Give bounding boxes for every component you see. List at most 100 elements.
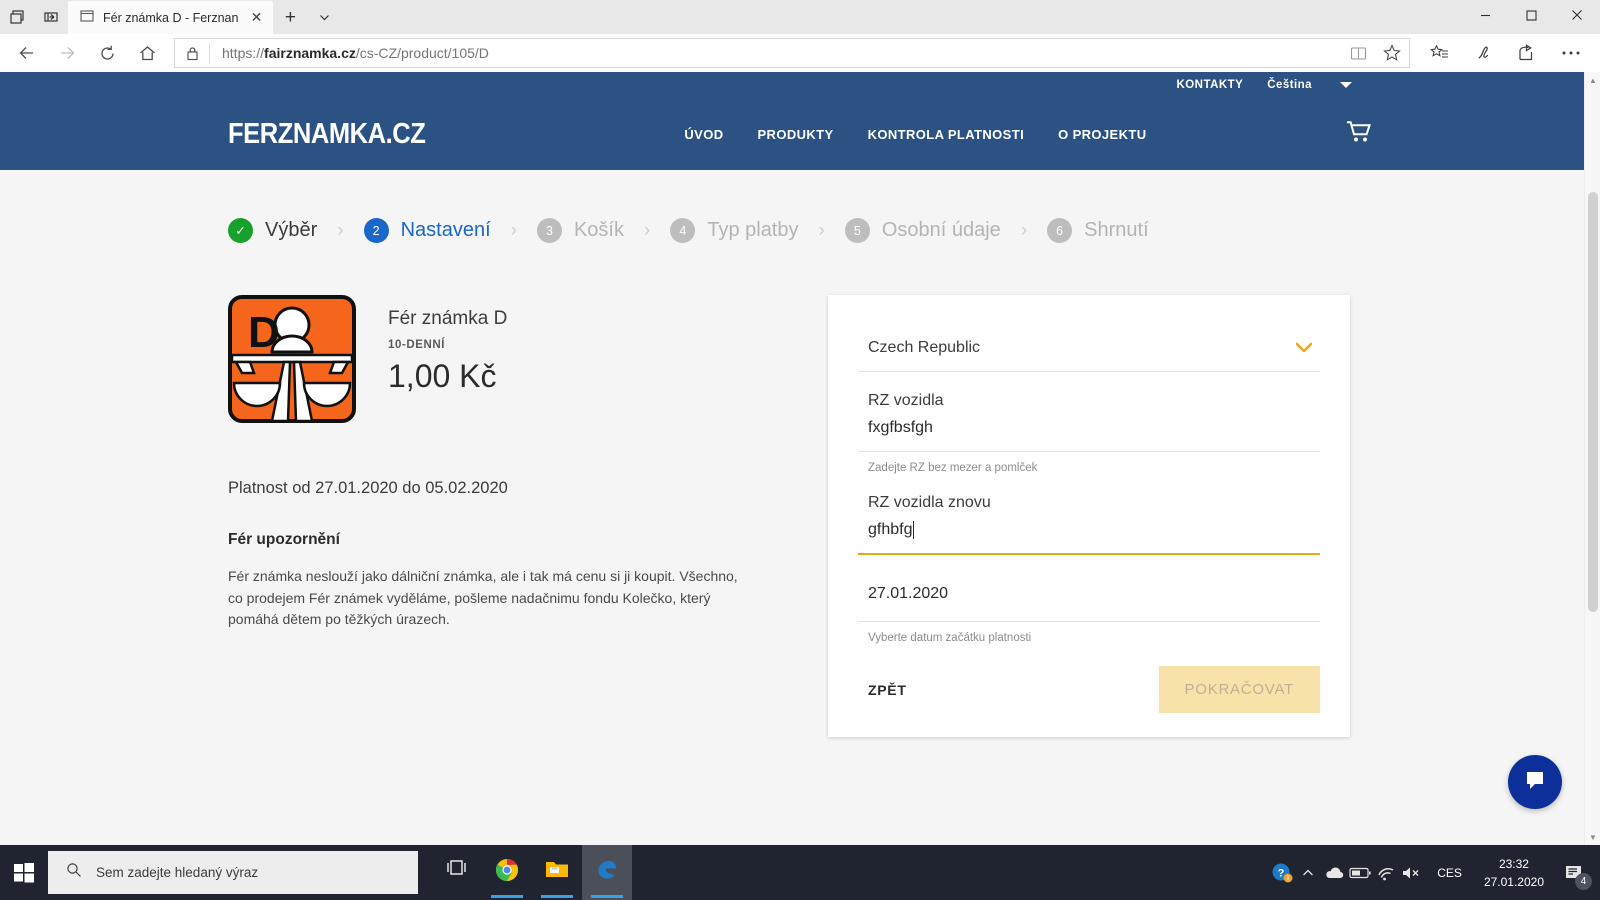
step-nastaveni[interactable]: 2 Nastavení bbox=[363, 218, 491, 243]
language-selector[interactable]: Čeština bbox=[1267, 79, 1352, 91]
svg-text:D: D bbox=[248, 308, 280, 357]
shopping-cart-icon[interactable] bbox=[1346, 120, 1372, 149]
step-6-label: Shrnutí bbox=[1084, 219, 1149, 241]
scroll-down-arrow-icon[interactable]: ▼ bbox=[1585, 829, 1600, 845]
web-notes-pen-icon[interactable] bbox=[1462, 36, 1504, 70]
search-icon bbox=[66, 862, 82, 883]
site-logo[interactable]: FERZNAMKA.CZ bbox=[228, 118, 426, 151]
edge-icon[interactable] bbox=[582, 845, 632, 900]
plate-repeat-field-label: RZ vozidla znovu bbox=[868, 494, 991, 511]
volume-muted-icon[interactable] bbox=[1399, 845, 1425, 900]
back-arrow-icon[interactable] bbox=[8, 36, 46, 70]
page-content: ✓ Výběr › 2 Nastavení › 3 Košík › 4 Typ … bbox=[0, 170, 1600, 737]
favorites-list-icon[interactable] bbox=[1418, 36, 1460, 70]
show-hidden-icons-chevron[interactable] bbox=[1295, 845, 1321, 900]
input-language-indicator[interactable]: CES bbox=[1425, 866, 1474, 880]
plate-repeat-input[interactable]: gfhbfg bbox=[858, 521, 1320, 539]
plate-field-label: RZ vozidla bbox=[868, 392, 944, 409]
step-separator: › bbox=[818, 219, 825, 241]
start-date-input[interactable]: 27.01.2020 bbox=[858, 555, 1320, 621]
taskbar-search-placeholder: Sem zadejte hledaný výraz bbox=[96, 865, 259, 880]
step-4-badge: 4 bbox=[670, 218, 696, 243]
plate-input[interactable]: fxgfbsfgh bbox=[858, 419, 1320, 437]
star-icon[interactable] bbox=[1375, 39, 1409, 67]
home-icon[interactable] bbox=[128, 36, 166, 70]
tab-close-icon[interactable]: ✕ bbox=[247, 9, 265, 27]
country-select-field[interactable]: Czech Republic bbox=[858, 325, 1320, 372]
onedrive-cloud-icon[interactable] bbox=[1321, 845, 1347, 900]
nav-item-o-projektu[interactable]: O PROJEKTU bbox=[1058, 127, 1146, 142]
windows-start-icon[interactable] bbox=[0, 845, 48, 900]
reading-view-icon[interactable] bbox=[1341, 39, 1375, 67]
scrollbar-thumb[interactable] bbox=[1588, 192, 1598, 612]
continue-button[interactable]: POKRAČOVAT bbox=[1158, 666, 1320, 713]
wifi-icon[interactable] bbox=[1373, 845, 1399, 900]
step-vyber[interactable]: ✓ Výběr bbox=[228, 218, 317, 243]
file-explorer-icon[interactable] bbox=[532, 845, 582, 900]
highway-vignette-d-icon: D bbox=[228, 295, 356, 423]
text-cursor bbox=[913, 521, 915, 539]
step-shrnuti[interactable]: 6 Shrnutí bbox=[1047, 218, 1149, 243]
step-5-label: Osobní údaje bbox=[881, 219, 1001, 241]
page-viewport: KONTAKTY Čeština FERZNAMKA.CZ ÚVOD PRODU… bbox=[0, 72, 1600, 845]
taskbar-apps bbox=[432, 845, 632, 900]
start-date-field[interactable]: 27.01.2020 bbox=[858, 555, 1320, 622]
address-bar[interactable]: https://fairznamka.cz/cs-CZ/product/105/… bbox=[174, 38, 1410, 68]
chevron-down-icon[interactable] bbox=[307, 1, 341, 34]
notice-text: Fér známka neslouží jako dálniční známka… bbox=[228, 568, 738, 628]
nav-item-produkty[interactable]: PRODUKTY bbox=[757, 127, 833, 142]
chevron-down-icon[interactable] bbox=[1294, 339, 1320, 357]
help-question-icon[interactable]: ?! bbox=[1269, 845, 1295, 900]
browser-navbar: https://fairznamka.cz/cs-CZ/product/105/… bbox=[0, 34, 1600, 72]
notice-heading: Fér upozornění bbox=[228, 531, 340, 548]
system-tray: ?! CES 23:32 27.01.2020 4 bbox=[1269, 845, 1600, 900]
step-3-label: Košík bbox=[573, 219, 624, 241]
main-navigation: ÚVOD PRODUKTY KONTROLA PLATNOSTI O PROJE… bbox=[684, 127, 1146, 142]
nav-item-kontrola-platnosti[interactable]: KONTROLA PLATNOSTI bbox=[868, 127, 1025, 142]
collections-icon[interactable] bbox=[34, 0, 68, 34]
taskbar-clock[interactable]: 23:32 27.01.2020 bbox=[1474, 855, 1554, 891]
battery-icon[interactable] bbox=[1347, 845, 1373, 900]
back-button[interactable]: ZPĚT bbox=[858, 682, 907, 698]
clock-time: 23:32 bbox=[1498, 856, 1529, 871]
start-date-field-hint: Vyberte datum začátku platnosti bbox=[868, 632, 1032, 644]
plate-field[interactable]: RZ vozidla fxgfbsfgh bbox=[858, 372, 1320, 451]
contacts-link[interactable]: KONTAKTY bbox=[1177, 79, 1244, 91]
forward-arrow-icon[interactable] bbox=[48, 36, 86, 70]
address-bar-actions bbox=[1341, 39, 1409, 67]
plate-repeat-field[interactable]: RZ vozidla znovu gfhbfg bbox=[858, 474, 1320, 553]
more-ellipsis-icon[interactable] bbox=[1550, 36, 1592, 70]
step-osobni-udaje[interactable]: 5 Osobní údaje bbox=[844, 218, 1001, 243]
plate-field-hint: Zadejte RZ bez mezer a pomlček bbox=[868, 462, 1038, 474]
nav-item-uvod[interactable]: ÚVOD bbox=[684, 127, 723, 142]
page-scrollbar[interactable]: ▲ ▼ bbox=[1584, 72, 1600, 845]
plate-repeat-input-value: gfhbfg bbox=[868, 521, 913, 538]
window-controls bbox=[1462, 0, 1600, 30]
chat-bubble-icon bbox=[1523, 769, 1547, 796]
taskbar-search[interactable]: Sem zadejte hledaný výraz bbox=[48, 851, 418, 894]
step-kosik[interactable]: 3 Košík bbox=[536, 218, 624, 243]
browser-tab[interactable]: Fér známka D - Ferznan ✕ bbox=[68, 1, 274, 34]
scroll-up-arrow-icon[interactable]: ▲ bbox=[1585, 72, 1600, 88]
task-view-icon[interactable] bbox=[0, 0, 34, 34]
maximize-icon[interactable] bbox=[1508, 0, 1554, 30]
country-select[interactable]: Czech Republic bbox=[858, 325, 1320, 371]
url-protocol: https:// bbox=[222, 45, 265, 61]
refresh-icon[interactable] bbox=[88, 36, 126, 70]
minimize-icon[interactable] bbox=[1462, 0, 1508, 30]
tab-page-icon bbox=[80, 9, 94, 26]
step-typ-platby[interactable]: 4 Typ platby bbox=[670, 218, 799, 243]
country-select-value: Czech Republic bbox=[868, 339, 981, 356]
action-center-icon[interactable]: 4 bbox=[1554, 845, 1594, 900]
chat-widget-button[interactable] bbox=[1508, 755, 1562, 809]
start-date-field-underline bbox=[858, 621, 1320, 622]
share-icon[interactable] bbox=[1506, 36, 1548, 70]
task-view-icon[interactable] bbox=[432, 845, 482, 900]
form-actions: ZPĚT POKRAČOVAT bbox=[858, 666, 1320, 713]
window-close-icon[interactable] bbox=[1554, 0, 1600, 30]
browser-window: Fér známka D - Ferznan ✕ + https://fairz… bbox=[0, 0, 1600, 845]
new-tab-button[interactable]: + bbox=[273, 1, 307, 34]
lock-icon bbox=[175, 46, 209, 61]
product-text: Fér známka D 10-DENNÍ 1,00 Kč bbox=[388, 295, 507, 395]
chrome-icon[interactable] bbox=[482, 845, 532, 900]
